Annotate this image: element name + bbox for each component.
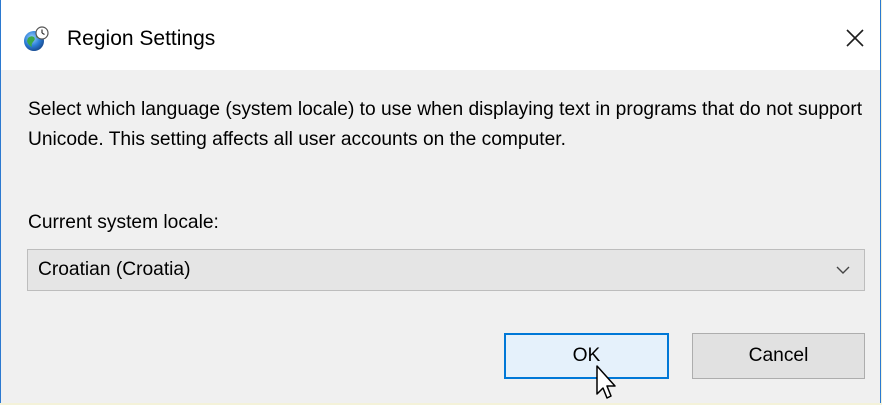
globe-clock-icon: [24, 26, 49, 51]
close-icon: [846, 29, 864, 47]
region-settings-dialog: Region Settings Select which language (s…: [0, 0, 881, 403]
dialog-body: Select which language (system locale) to…: [28, 95, 868, 155]
window-title: Region Settings: [67, 27, 216, 50]
cancel-button[interactable]: Cancel: [692, 333, 865, 379]
ok-button[interactable]: OK: [504, 333, 669, 379]
system-locale-dropdown[interactable]: Croatian (Croatia): [27, 249, 865, 291]
description-text: Select which language (system locale) to…: [28, 99, 863, 150]
title-bar[interactable]: Region Settings: [1, 0, 880, 70]
close-button[interactable]: [830, 16, 880, 60]
chevron-down-icon: [836, 266, 850, 274]
selected-locale-value: Croatian (Croatia): [38, 259, 191, 280]
current-locale-label: Current system locale:: [28, 212, 219, 233]
